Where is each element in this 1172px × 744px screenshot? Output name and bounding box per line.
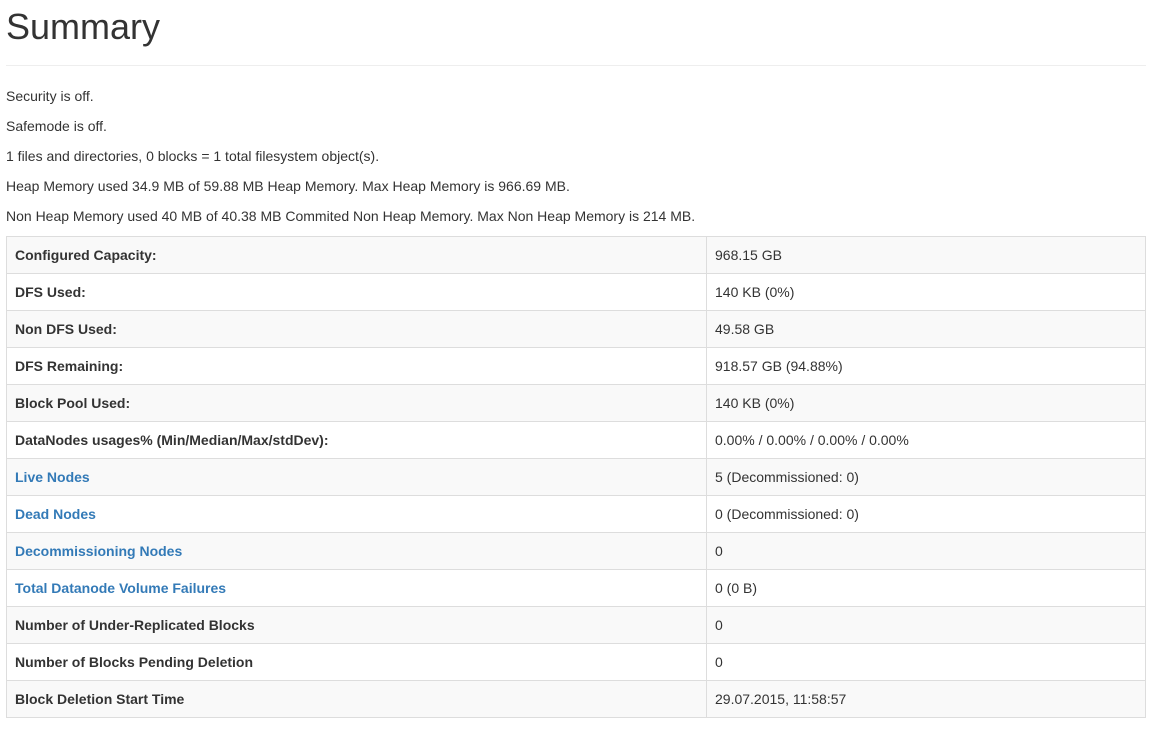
summary-section: Summary Security is off. Safemode is off… xyxy=(0,0,1172,718)
row-value: 968.15 GB xyxy=(706,236,1146,274)
heap-memory: Heap Memory used 34.9 MB of 59.88 MB Hea… xyxy=(6,178,570,194)
info-lines: Security is off. Safemode is off. 1 file… xyxy=(6,86,1146,236)
table-row-datanode-usages: DataNodes usages% (Min/Median/Max/stdDev… xyxy=(6,421,1146,459)
filesystem-objects: 1 files and directories, 0 blocks = 1 to… xyxy=(6,148,380,164)
row-label: Block Pool Used: xyxy=(6,384,707,422)
volume-failures-link[interactable]: Total Datanode Volume Failures xyxy=(15,580,226,596)
table-row-volume-failures: Total Datanode Volume Failures 0 (0 B) xyxy=(6,569,1146,607)
row-value: 0 (Decommissioned: 0) xyxy=(706,495,1146,533)
row-label: DFS Used: xyxy=(6,273,707,311)
decommissioning-nodes-link[interactable]: Decommissioning Nodes xyxy=(15,543,182,559)
row-label: Number of Under-Replicated Blocks xyxy=(6,606,707,644)
row-label: Number of Blocks Pending Deletion xyxy=(6,643,707,681)
row-value: 918.57 GB (94.88%) xyxy=(706,347,1146,385)
row-value: 140 KB (0%) xyxy=(706,273,1146,311)
table-row-block-pool-used: Block Pool Used: 140 KB (0%) xyxy=(6,384,1146,422)
dead-nodes-link[interactable]: Dead Nodes xyxy=(15,506,96,522)
row-label-cell: Decommissioning Nodes xyxy=(6,532,707,570)
table-row-blocks-pending-deletion: Number of Blocks Pending Deletion 0 xyxy=(6,643,1146,681)
row-value: 49.58 GB xyxy=(706,310,1146,348)
row-label: DFS Remaining: xyxy=(6,347,707,385)
row-label: Block Deletion Start Time xyxy=(6,680,707,718)
row-value: 0 (0 B) xyxy=(706,569,1146,607)
row-value: 0 xyxy=(706,606,1146,644)
non-heap-memory: Non Heap Memory used 40 MB of 40.38 MB C… xyxy=(6,208,696,224)
row-label: DataNodes usages% (Min/Median/Max/stdDev… xyxy=(6,421,707,459)
table-row-decommissioning-nodes: Decommissioning Nodes 0 xyxy=(6,532,1146,570)
row-label-cell: Dead Nodes xyxy=(6,495,707,533)
row-label: Non DFS Used: xyxy=(6,310,707,348)
title-divider xyxy=(6,65,1146,66)
live-nodes-link[interactable]: Live Nodes xyxy=(15,469,90,485)
row-value: 0 xyxy=(706,532,1146,570)
row-value: 140 KB (0%) xyxy=(706,384,1146,422)
table-row-dfs-remaining: DFS Remaining: 918.57 GB (94.88%) xyxy=(6,347,1146,385)
table-row-dead-nodes: Dead Nodes 0 (Decommissioned: 0) xyxy=(6,495,1146,533)
page-title: Summary xyxy=(6,6,161,47)
table-row-under-replicated-blocks: Number of Under-Replicated Blocks 0 xyxy=(6,606,1146,644)
table-row-live-nodes: Live Nodes 5 (Decommissioned: 0) xyxy=(6,458,1146,496)
row-value: 0.00% / 0.00% / 0.00% / 0.00% xyxy=(706,421,1146,459)
row-label-cell: Total Datanode Volume Failures xyxy=(6,569,707,607)
summary-table: Configured Capacity: 968.15 GB DFS Used:… xyxy=(6,236,1146,718)
row-value: 5 (Decommissioned: 0) xyxy=(706,458,1146,496)
row-label-cell: Live Nodes xyxy=(6,458,707,496)
row-value: 29.07.2015, 11:58:57 xyxy=(706,680,1146,718)
table-row-configured-capacity: Configured Capacity: 968.15 GB xyxy=(6,236,1146,274)
row-label: Configured Capacity: xyxy=(6,236,707,274)
table-row-non-dfs-used: Non DFS Used: 49.58 GB xyxy=(6,310,1146,348)
table-row-block-deletion-start: Block Deletion Start Time 29.07.2015, 11… xyxy=(6,680,1146,718)
safemode-status: Safemode is off. xyxy=(6,118,107,134)
row-value: 0 xyxy=(706,643,1146,681)
security-status: Security is off. xyxy=(6,88,94,104)
table-row-dfs-used: DFS Used: 140 KB (0%) xyxy=(6,273,1146,311)
